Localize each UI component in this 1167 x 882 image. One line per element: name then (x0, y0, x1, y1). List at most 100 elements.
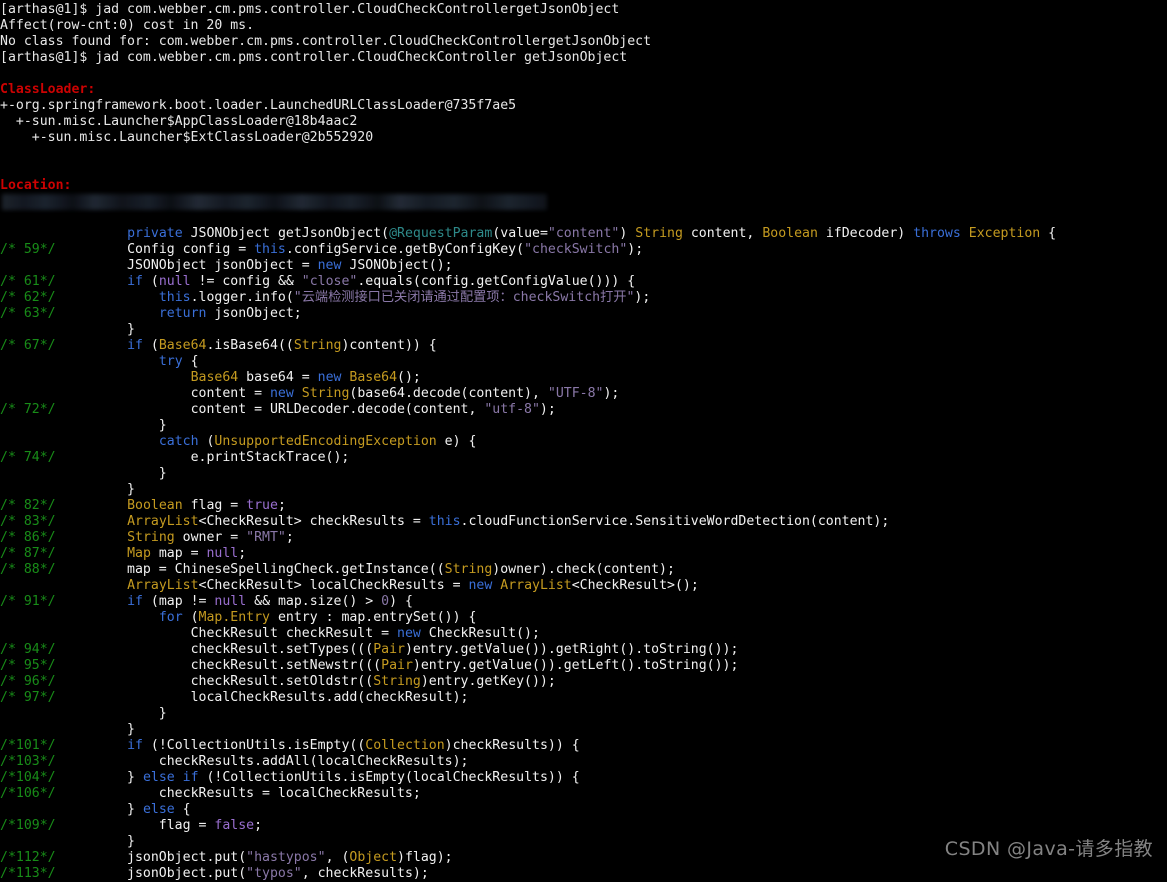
code-token: this (428, 514, 461, 529)
source-code-line: /*101*/ if (!CollectionUtils.isEmpty((Co… (0, 738, 1167, 754)
code-token: , ( (325, 850, 350, 865)
code-token: "hastypos" (246, 850, 326, 865)
code-token: { (1040, 226, 1057, 241)
code-token: )content)) { (341, 338, 437, 353)
source-code-line: for (Map.Entry entry : map.entrySet()) { (0, 610, 1167, 626)
code-token: ( (198, 434, 215, 449)
source-line-number: /* 97*/ (0, 690, 64, 705)
source-code-line: Base64 base64 = new Base64(); (0, 370, 1167, 386)
code-token: new (317, 370, 342, 385)
source-code-line: /* 74*/ e.printStackTrace(); (0, 450, 1167, 466)
code-token: (); (397, 370, 421, 385)
source-line-number: /* 72*/ (0, 402, 64, 417)
source-code-line: } else { (0, 802, 1167, 818)
code-token: content = URLDecoder.decode(content, (63, 402, 485, 417)
source-code-line: /* 63*/ return jsonObject; (0, 306, 1167, 322)
code-token: , checkResults); (301, 866, 429, 881)
source-line-number: /* 88*/ (0, 562, 64, 577)
code-token: null (206, 546, 239, 561)
code-token: 0 (381, 594, 390, 609)
code-token: checkResult.setNewstr((( (63, 658, 382, 673)
code-token: } (63, 722, 135, 737)
code-token: ArrayList (127, 578, 199, 593)
code-token: entry : map.entrySet()) { (270, 610, 477, 625)
code-token: "content" (547, 226, 620, 241)
code-token: )entry.getValue()).getLeft().toString())… (412, 658, 739, 673)
code-token: base64 = (238, 370, 318, 385)
code-token: flag = (63, 818, 215, 833)
code-token: JSONObject jsonObject = (63, 258, 318, 273)
source-line-number: /* 83*/ (0, 514, 64, 529)
code-token: ); (539, 402, 556, 417)
source-line-number (0, 802, 64, 817)
source-line-number: /* 86*/ (0, 530, 64, 545)
source-code-line: /* 59*/ Config config = this.configServi… (0, 242, 1167, 258)
code-token: e.printStackTrace(); (63, 450, 350, 465)
code-token: jsonObject; (206, 306, 302, 321)
code-token: "云端检测接口已关闭请通过配置项：checkSwitch打开" (293, 290, 635, 305)
code-token: <CheckResult> checkResults = (198, 514, 429, 529)
source-code-line: ArrayList<CheckResult> localCheckResults… (0, 578, 1167, 594)
source-code-line: /* 97*/ localCheckResults.add(checkResul… (0, 690, 1167, 706)
method-signature-line: private JSONObject getJsonObject(@Reques… (0, 226, 1167, 242)
code-token: ( (142, 274, 159, 289)
source-line-number (0, 258, 64, 273)
source-code-line: JSONObject jsonObject = new JSONObject()… (0, 258, 1167, 274)
code-token: ) (619, 226, 636, 241)
code-token: "checkSwitch" (524, 242, 628, 257)
source-code-line: content = new String(base64.decode(conte… (0, 386, 1167, 402)
code-token: Boolean (762, 226, 818, 241)
classloader-header: ClassLoader: (0, 82, 96, 97)
code-token: ); (627, 242, 644, 257)
code-token: ArrayList (500, 578, 572, 593)
source-line-number: /* 94*/ (0, 642, 64, 657)
source-code-line: /* 91*/ if (map != null && map.size() > … (0, 594, 1167, 610)
code-token: new (397, 626, 421, 641)
code-token: checkResults.addAll(localCheckResults); (63, 754, 469, 769)
code-token: try (158, 354, 183, 369)
source-line-number (0, 610, 64, 625)
code-token: Collection (365, 738, 445, 753)
source-line-number: /*109*/ (0, 818, 64, 833)
location-header: Location: (0, 178, 72, 193)
source-code-line: /* 67*/ if (Base64.isBase64((String)cont… (0, 338, 1167, 354)
terminal-window[interactable]: [arthas@1]$ jad com.webber.cm.pms.contro… (0, 0, 1167, 881)
code-token: this (158, 290, 191, 305)
source-line-number (0, 626, 64, 641)
code-token: Base64 (190, 370, 239, 385)
source-code-line: /* 82*/ Boolean flag = true; (0, 498, 1167, 514)
error-line: No class found for: com.webber.cm.pms.co… (0, 34, 652, 49)
source-line-number (0, 386, 64, 401)
code-token: String (127, 530, 175, 545)
code-token: <CheckResult>(); (571, 578, 699, 593)
code-token: "close" (301, 274, 358, 289)
code-token: Object (349, 850, 398, 865)
source-line-number: /*113*/ (0, 866, 64, 881)
source-line-number (0, 482, 64, 497)
source-line-number (0, 722, 64, 737)
code-token: String (444, 562, 493, 577)
code-token: else (142, 770, 175, 785)
source-line-number: /* 91*/ (0, 594, 64, 609)
source-code-line: /*106*/ checkResults = localCheckResults… (0, 786, 1167, 802)
code-token: config = (174, 242, 255, 257)
source-line-number (0, 370, 64, 385)
code-token: jsonObject.put( (63, 850, 247, 865)
source-code-line: } (0, 418, 1167, 434)
code-token: checkResults = localCheckResults; (63, 786, 421, 801)
code-token: Pair (381, 658, 413, 673)
code-token: Base64 (349, 370, 398, 385)
code-token: "UTF-8" (547, 386, 604, 401)
